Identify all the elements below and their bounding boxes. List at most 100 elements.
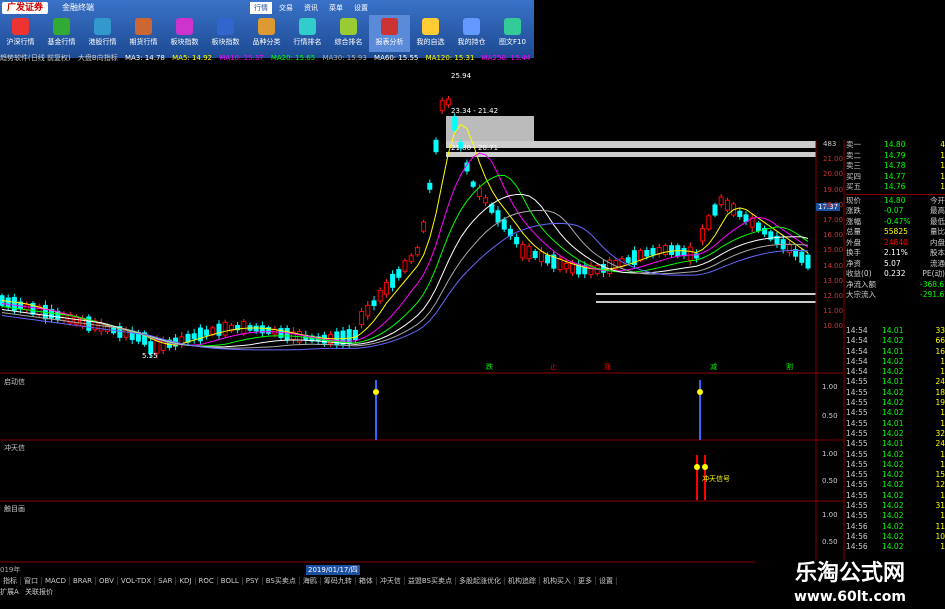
- trade-time: 14:55: [846, 480, 868, 490]
- indicator-tab-11[interactable]: BS买卖点: [262, 577, 300, 585]
- candle-body: [538, 251, 544, 263]
- stat-extra: 今开: [930, 195, 945, 205]
- stat-row: 现价 14.80 今开: [846, 196, 945, 207]
- indicator-tab-5[interactable]: VOL-TDX: [117, 577, 156, 585]
- trade-row: 14:55 14.02 19: [846, 398, 945, 408]
- tab-expand[interactable]: 扩展A: [0, 588, 19, 596]
- indicator3-title: 触目画: [4, 505, 25, 513]
- candle-body: [427, 182, 433, 190]
- candle-body: [396, 269, 402, 278]
- candle-body: [383, 281, 389, 295]
- candle-body: [253, 325, 259, 332]
- trade-volume: 15: [935, 470, 945, 480]
- stat-label: 净资: [846, 258, 861, 268]
- trade-volume: 24: [935, 439, 945, 449]
- trade-time: 14:54: [846, 346, 868, 356]
- stat-value: -0.07: [884, 206, 904, 215]
- indicator-tab-13[interactable]: 筹码九转: [320, 577, 356, 585]
- trade-volume: 1: [940, 511, 945, 521]
- quote-vol: 1: [940, 171, 945, 181]
- indicator3-axis-1: 1.00: [822, 511, 838, 519]
- trade-time: 14:54: [846, 336, 868, 346]
- stat-label: 收益(0): [846, 269, 872, 278]
- indicator-tab-3[interactable]: BRAR: [69, 577, 97, 585]
- quote-vol: 1: [940, 182, 945, 191]
- trade-row: 14:55 14.02 1: [846, 450, 945, 460]
- quote-row: 买四 14.77 1: [846, 172, 945, 183]
- indicator-tab-6[interactable]: SAR: [155, 577, 177, 585]
- y-tick-7: 15.00: [823, 246, 844, 255]
- candle-body: [681, 248, 687, 257]
- indicator-tab-17[interactable]: 多股起涨优化: [455, 577, 505, 585]
- indicator-tab-18[interactable]: 机构追踪: [504, 577, 540, 585]
- stat-extra: 最高: [930, 206, 945, 215]
- stat-value: 2.11%: [884, 248, 908, 257]
- indicator-dot: [694, 464, 700, 470]
- trade-row: 14:56 14.02 11: [846, 522, 945, 532]
- indicator-tab-19[interactable]: 机构买入: [539, 577, 575, 585]
- candle-body: [563, 262, 569, 270]
- quote-row: 卖一 14.80 4: [846, 140, 945, 151]
- indicator-tab-15[interactable]: 冲天信: [376, 577, 405, 585]
- quote-label: 卖三: [846, 161, 861, 170]
- indicator1-title: 启动信: [4, 378, 25, 386]
- trade-price: 14.02: [882, 449, 904, 459]
- indicator-tab-12[interactable]: 海鸥: [299, 577, 321, 585]
- timeline-date[interactable]: 2019/01/17/四: [306, 565, 360, 575]
- stat-value: 24840: [884, 237, 908, 247]
- quote-vol: 1: [940, 150, 945, 160]
- trade-volume: 12: [935, 480, 945, 490]
- indicator-tab-7[interactable]: KDJ: [176, 577, 196, 585]
- quote-vol: 1: [940, 161, 945, 170]
- candle-body: [625, 257, 631, 263]
- indicator-tab-4[interactable]: OBV: [96, 577, 118, 585]
- tab-linked-quote[interactable]: 关联报价: [25, 588, 53, 596]
- indicator-tab-9[interactable]: BOLL: [217, 577, 243, 585]
- trade-volume: 18: [935, 387, 945, 397]
- stat-label: 大宗流入: [846, 290, 876, 299]
- quote-price: 14.80: [884, 140, 906, 149]
- indicator-tab-10[interactable]: PSY: [242, 577, 263, 585]
- timeline-start: 019年: [0, 566, 21, 574]
- stat-row: 净流入额 -368.67: [846, 280, 945, 291]
- indicator2-axis-1: 1.00: [822, 450, 838, 458]
- quote-label: 卖二: [846, 150, 861, 160]
- candle-body: [712, 204, 718, 216]
- level1-label: 23.34 - 21.42: [451, 107, 499, 115]
- trade-time: 14:55: [846, 398, 868, 408]
- candle-body: [644, 249, 650, 257]
- indicator-tab-16[interactable]: 益盟BS买卖点: [404, 577, 456, 585]
- indicator2-title: 冲天信: [4, 444, 25, 452]
- candle-body: [352, 330, 358, 340]
- trade-price: 14.02: [882, 367, 904, 377]
- candle-body: [390, 273, 396, 288]
- indicator-tab-2[interactable]: MACD: [42, 577, 70, 585]
- candle-body: [179, 336, 185, 345]
- indicator-tab-8[interactable]: ROC: [195, 577, 218, 585]
- ma-line-1: [1, 152, 809, 346]
- trade-time: 14:55: [846, 449, 868, 459]
- trade-row: 14:55 14.01 24: [846, 439, 945, 449]
- indicator-tab-0[interactable]: 指标: [0, 577, 21, 585]
- candle-body: [414, 247, 420, 256]
- trade-time: 14:55: [846, 470, 868, 480]
- indicator-tab-14[interactable]: 箱体: [355, 577, 377, 585]
- signal-3: 减: [710, 363, 717, 371]
- y-tick-11: 11.00: [823, 307, 844, 316]
- candle-body: [656, 246, 662, 255]
- stat-row: 涨幅 -0.47% 最低: [846, 217, 945, 228]
- indicator-tab-21[interactable]: 设置: [595, 577, 617, 585]
- indicator-tab-1[interactable]: 窗口: [21, 577, 42, 585]
- info-panel-3: [446, 152, 816, 157]
- candle-body: [241, 320, 247, 335]
- trade-time: 14:55: [846, 418, 868, 428]
- indicator-tab-20[interactable]: 更多: [574, 577, 596, 585]
- kline-chart[interactable]: [0, 0, 945, 609]
- trade-volume: 1: [940, 367, 945, 377]
- stat-row: 净资 5.07 流通: [846, 259, 945, 270]
- stat-row: 外盘 24840 内盘: [846, 238, 945, 249]
- indicator2-note: 冲天信号: [702, 475, 730, 483]
- y-tick-5: 17.00: [823, 216, 844, 224]
- quote-panel: 卖一 14.80 4 卖二 14.79 1 卖三 14.78 1 买四 14.77 1 买五 14.76 1…: [846, 140, 945, 301]
- trade-price: 14.02: [882, 501, 904, 511]
